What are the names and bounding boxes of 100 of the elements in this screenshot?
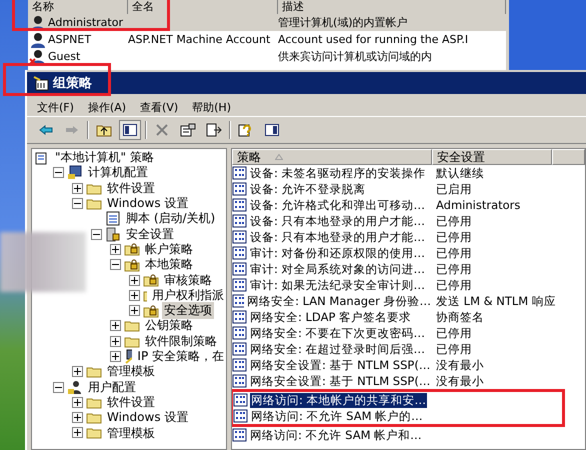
user-description: Account used for running the ASP.I [278,33,468,46]
policy-setting: 没有最小 [435,358,485,372]
tree-item[interactable]: 管理模板 [105,363,157,380]
document-icon [105,211,121,226]
user-description: 管理计算机(域)的内置帐户 [278,15,408,30]
policy-name[interactable]: 网络访问: 不允许 SAM 帐户的… [250,408,424,424]
policy-name[interactable]: 网络安全设置: 基于 NTLM SSP(… [249,374,432,388]
collapse-icon[interactable] [53,167,64,178]
tree-item[interactable]: 脚本 (启动/关机) [124,210,218,228]
user-name: ASPNET [48,33,92,46]
user-name: Guest [48,50,80,63]
folder-icon [86,365,102,378]
policy-name[interactable]: 设备: 只有本地登录的用户才能… [249,214,426,228]
tree-item[interactable]: Windows 设置 [105,409,190,426]
tree-item[interactable]: 管理模板 [105,424,157,442]
tree-item[interactable]: 本地策略 [143,256,195,274]
tree-item[interactable]: 审核策略 [162,272,214,289]
sort-up-icon [275,154,283,160]
menu-item[interactable]: 文件(F) [37,100,74,114]
policy-name[interactable]: 审计: 如果无法纪录安全审计则… [249,278,426,292]
column-header[interactable] [552,149,585,165]
folder-icon [86,426,102,440]
policy-name[interactable]: 网络访问: 本地帐户的共享和安… [250,392,428,408]
tree-item[interactable]: 安全设置 [124,226,176,243]
locked-folder-icon [124,258,140,272]
policy-name[interactable]: 设备: 允许格式化和弹出可移动… [249,198,426,212]
collapse-icon[interactable] [110,259,121,270]
user-name: Administrator [48,16,123,29]
folder-icon [86,411,102,424]
tree-item[interactable]: 软件限制策略 [143,332,219,350]
tree-item[interactable]: 软件设置 [105,180,157,197]
policy-name[interactable]: 网络安全设置: 基于 NTLM SSP(… [249,358,432,372]
policy-setting: 已启用 [435,182,473,196]
locked-computer-icon [105,226,121,242]
policy-setting: 已停用 [435,230,473,244]
collapse-icon[interactable] [72,198,83,210]
expand-icon[interactable] [110,244,121,255]
user-icon [67,380,83,395]
folder-icon [124,334,140,348]
column-header[interactable]: 安全设置 [432,149,552,165]
expand-icon[interactable] [72,427,83,438]
policy-name[interactable]: 设备: 允许不登录脱离 [249,182,367,196]
window-title: 组策略 [53,75,92,92]
policy-name[interactable]: 设备: 未签名驱动程序的安装操作 [249,166,427,180]
expand-icon[interactable] [72,366,83,378]
tree-item[interactable]: 用户配置 [86,378,138,396]
policy-name[interactable]: 设备: 只有本地登录的用户才能… [249,230,426,244]
expand-icon[interactable] [110,336,121,347]
folder-icon [86,396,102,409]
user-row[interactable]: Administrator 管理计算机(域)的内置帐户 [28,14,506,31]
policy-name[interactable]: 网络访问: 不允许 SAM 帐户和… [249,428,423,442]
expand-icon[interactable] [110,320,121,332]
disabled-user-icon [28,48,46,64]
policy-setting: 没有最小 [435,374,485,388]
expand-icon[interactable] [129,290,140,301]
policy-setting: 已停用 [435,278,473,292]
back-arrow-icon [39,125,53,135]
policy-name[interactable]: 网络安全: LDAP 客户签名要求 [249,310,412,324]
policy-name[interactable]: 审计: 对备份和还原权限的使用… [249,246,426,260]
show-tree-button[interactable] [119,120,141,140]
folder-icon [86,182,102,195]
menu-item[interactable]: 帮助(H) [192,100,231,114]
collapse-icon[interactable] [91,228,102,240]
delete-icon [156,124,168,136]
column-header[interactable]: 策略 [232,149,432,165]
menu-item[interactable]: 操作(A) [88,100,126,114]
policy-setting: 已停用 [435,214,473,228]
expand-icon[interactable] [72,396,83,408]
tree-item[interactable]: IP 安全策略，在 [135,348,226,366]
expand-icon[interactable] [129,305,140,316]
user-icon [28,32,46,48]
expand-icon[interactable] [110,351,121,362]
policy-name[interactable]: 网络安全: 在超过登录时间后强… [249,342,426,356]
tree-item[interactable]: 软件设置 [105,394,157,411]
menu-item[interactable]: 查看(V) [140,100,178,114]
policy-setting: 已停用 [435,262,473,276]
computer-icon [67,165,83,180]
policy-setting: 已停用 [435,342,473,356]
tree-item[interactable]: 用户权利指派 [150,286,226,304]
policy-name[interactable]: 网络安全: 不要在下次更改密码… [249,326,426,340]
tree-item[interactable]: 安全选项 [162,302,214,320]
policy-setting: 已停用 [435,246,473,260]
tree-item[interactable]: 帐户策略 [143,240,195,258]
network-monitor-icon [124,349,132,364]
expand-icon[interactable] [72,412,83,424]
expand-icon[interactable] [72,182,83,194]
policy-name[interactable]: 审计: 对全局系统对象的访问进… [249,262,426,276]
tree-item[interactable]: 计算机配置 [86,164,150,182]
expand-icon[interactable] [129,274,140,286]
policy-setting: Administrators [435,198,522,212]
tree-item[interactable]: 公钥策略 [143,317,195,334]
user-full-name: ASP.NET Machine Account [128,33,270,46]
collapse-icon[interactable] [53,382,64,393]
folder-icon [86,197,102,210]
locked-folder-icon [124,242,140,256]
policy-setting: 默认继续 [435,166,485,180]
policy-name[interactable]: 网络安全: LAN Manager 身份验… [246,294,432,308]
tree-item[interactable]: "本地计算机" 策略 [53,149,156,166]
policy-setting: 已停用 [435,326,473,340]
tree-item[interactable]: Windows 设置 [105,195,190,212]
